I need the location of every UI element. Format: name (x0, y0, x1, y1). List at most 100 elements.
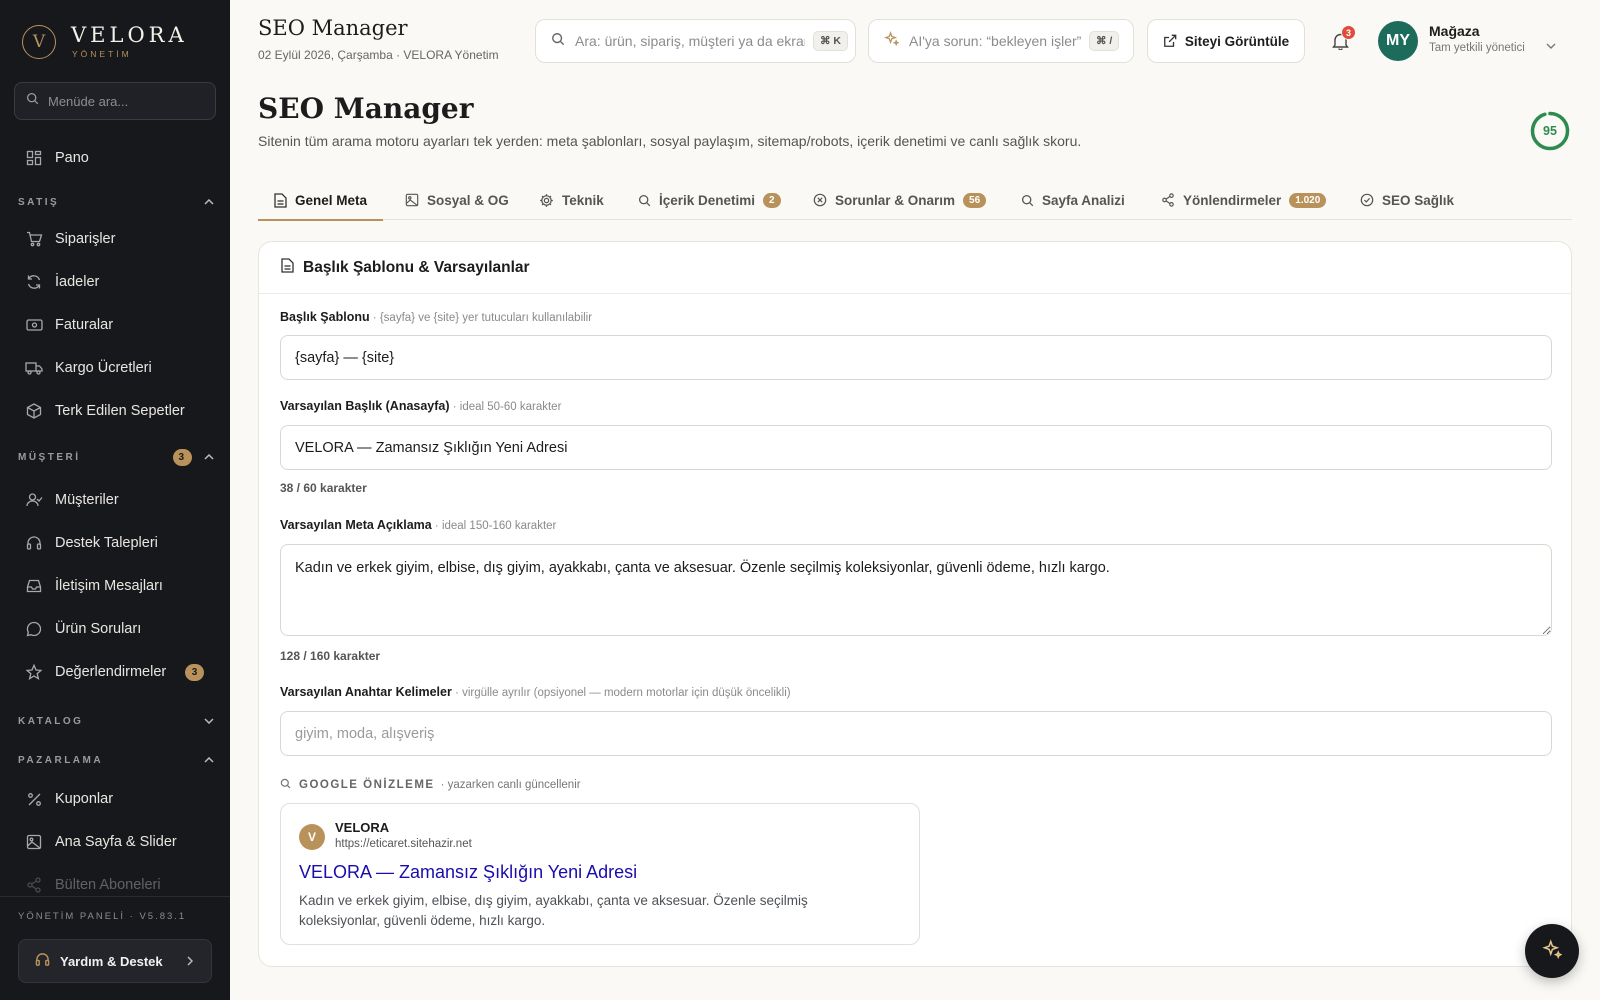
meta-description-textarea[interactable]: Kadın ve erkek giyim, elbise, dış giyim,… (280, 544, 1552, 636)
sparkle-icon (884, 31, 900, 51)
section-musteri[interactable]: MÜŞTERİ 3 (18, 448, 214, 466)
sidebar-item-label: Kuponlar (55, 791, 114, 807)
file-text-icon (274, 192, 287, 208)
sidebar: V VELORA YÖNETİM Pano SATIŞ Siparişler İ… (0, 0, 230, 1000)
topbar-subtitle: 02 Eylül 2026, Çarşamba · VELORA Yönetim (258, 48, 499, 62)
sidebar-item-siparisler[interactable]: Siparişler (24, 227, 214, 251)
check-circle-icon (1360, 193, 1374, 207)
sidebar-footer: YÖNETİM PANELİ · V5.83.1 Yardım & Destek (0, 896, 230, 1000)
sidebar-item-kargo[interactable]: Kargo Ücretleri (24, 356, 214, 380)
view-site-button[interactable]: Siteyi Görüntüle (1147, 19, 1305, 63)
sidebar-item-label: Ürün Soruları (55, 621, 142, 637)
section-satis[interactable]: SATIŞ (18, 194, 214, 210)
sidebar-item-iadeler[interactable]: İadeler (24, 270, 214, 294)
tab-sayfa-analizi[interactable]: Sayfa Analizi (1021, 180, 1125, 220)
tab-seo-saglik[interactable]: SEO Sağlık (1360, 180, 1454, 220)
headset-icon (24, 533, 44, 553)
tab-label: Sosyal & OG (427, 192, 509, 208)
preview-title: VELORA — Zamansız Şıklığın Yeni Adresi (299, 862, 638, 882)
chevron-down-icon[interactable] (1546, 36, 1556, 54)
sidebar-item-destek[interactable]: Destek Talepleri (24, 531, 214, 555)
sidebar-item-bulten[interactable]: Bülten Aboneleri (24, 873, 214, 897)
search-icon (638, 194, 651, 207)
logo-mark: V (22, 24, 56, 59)
cart-icon (24, 229, 44, 249)
section-pazarlama[interactable]: PAZARLAMA (18, 752, 214, 768)
chevron-up-icon (204, 197, 214, 207)
tab-label: Sorunlar & Onarım (835, 192, 956, 208)
field-label-text: Başlık Şablonu (280, 310, 370, 324)
help-label: Yardım & Destek (60, 953, 163, 969)
sidebar-item-anasayfa[interactable]: Ana Sayfa & Slider (24, 830, 214, 854)
sparkle-icon (1542, 938, 1563, 964)
chevron-right-icon (185, 956, 195, 966)
title-char-counter: 38 / 60 karakter (280, 481, 367, 495)
sidebar-item-label: İletişim Mesajları (55, 578, 163, 594)
tab-genel-meta[interactable]: Genel Meta (257, 180, 384, 221)
sidebar-item-pano[interactable]: Pano (24, 146, 214, 170)
preview-url: https://eticaret.sitehazir.net (335, 838, 472, 850)
seo-score: 95 (1543, 124, 1557, 138)
tab-badge: 2 (763, 192, 781, 208)
refresh-icon (24, 272, 44, 292)
ai-input[interactable] (909, 33, 1081, 49)
tab-badge: 1.020 (1289, 192, 1327, 208)
sidebar-item-label: Pano (55, 150, 89, 166)
inbox-icon (24, 576, 44, 596)
title-template-input[interactable] (280, 335, 1552, 380)
default-title-input[interactable] (280, 425, 1552, 470)
help-button[interactable]: Yardım & Destek (18, 939, 212, 983)
field-hint: · virgülle ayrılır (opsiyonel — modern m… (451, 687, 791, 699)
avatar[interactable]: MY (1378, 21, 1418, 61)
sidebar-item-terk-edilen[interactable]: Terk Edilen Sepetler (24, 399, 214, 423)
sidebar-item-label: Müşteriler (55, 492, 119, 508)
user-check-icon (24, 490, 44, 510)
tab-teknik[interactable]: Teknik (539, 180, 604, 220)
section-katalog[interactable]: KATALOG (18, 713, 214, 729)
percent-icon (24, 789, 44, 809)
brand-sub: YÖNETİM (72, 49, 132, 59)
tab-sosyal-og[interactable]: Sosyal & OG (405, 180, 509, 220)
sidebar-item-iletisim[interactable]: İletişim Mesajları (24, 574, 214, 598)
card-header: Başlık Şablonu & Varsayılanlar (259, 242, 1571, 294)
tab-bar: Genel Meta Sosyal & OG Teknik İçerik Den… (257, 180, 1572, 221)
title-template-label: Başlık Şablonu · {sayfa} ve {site} yer t… (280, 310, 592, 324)
field-label-text: Varsayılan Anahtar Kelimeler (280, 685, 452, 699)
tab-yonlendirmeler[interactable]: Yönlendirmeler 1.020 (1161, 180, 1327, 220)
sidebar-item-label: Kargo Ücretleri (55, 360, 152, 376)
user-name[interactable]: Mağaza (1429, 23, 1480, 39)
preview-heading: GOOGLE ÖNİZLEME (299, 779, 435, 791)
sidebar-item-urun-sorulari[interactable]: Ürün Soruları (24, 617, 214, 641)
sidebar-item-faturalar[interactable]: Faturalar (24, 313, 214, 337)
description-char-counter: 128 / 160 karakter (280, 649, 381, 663)
sidebar-item-label: Ana Sayfa & Slider (55, 834, 177, 850)
global-search-input[interactable] (575, 33, 805, 49)
sidebar-item-degerlendirmeler[interactable]: Değerlendirmeler 3 (24, 660, 214, 684)
file-text-icon (281, 257, 294, 278)
tab-label: İçerik Denetimi (659, 192, 756, 208)
menu-search-input[interactable] (48, 93, 208, 109)
preview-site-name: VELORA (335, 820, 390, 835)
tab-label: Teknik (562, 192, 604, 208)
menu-search (14, 82, 216, 120)
grid-icon (24, 148, 44, 168)
sidebar-item-label: Değerlendirmeler (55, 664, 167, 680)
meta-description-label: Varsayılan Meta Açıklama · ideal 150-160… (280, 518, 556, 532)
sidebar-item-kuponlar[interactable]: Kuponlar (24, 787, 214, 811)
sidebar-item-musteriler[interactable]: Müşteriler (24, 488, 214, 512)
field-label-text: Varsayılan Başlık (Anasayfa) (280, 399, 450, 413)
tab-badge: 56 (963, 192, 987, 208)
search-icon (1021, 194, 1034, 207)
section-label: KATALOG (18, 715, 84, 727)
reviews-badge: 3 (185, 663, 204, 681)
ai-assistant-button[interactable] (1525, 924, 1579, 978)
topbar-title: SEO Manager (258, 16, 408, 40)
tab-label: Yönlendirmeler (1183, 192, 1282, 208)
headset-icon (35, 952, 50, 970)
tab-sorunlar-onarim[interactable]: Sorunlar & Onarım 56 (813, 180, 987, 220)
banknote-icon (24, 315, 44, 335)
tab-icerik-denetimi[interactable]: İçerik Denetimi 2 (638, 180, 781, 220)
keywords-input[interactable] (280, 711, 1552, 756)
field-hint: · ideal 50-60 karakter (449, 401, 562, 413)
brand-logo[interactable]: V VELORA YÖNETİM (22, 24, 188, 59)
